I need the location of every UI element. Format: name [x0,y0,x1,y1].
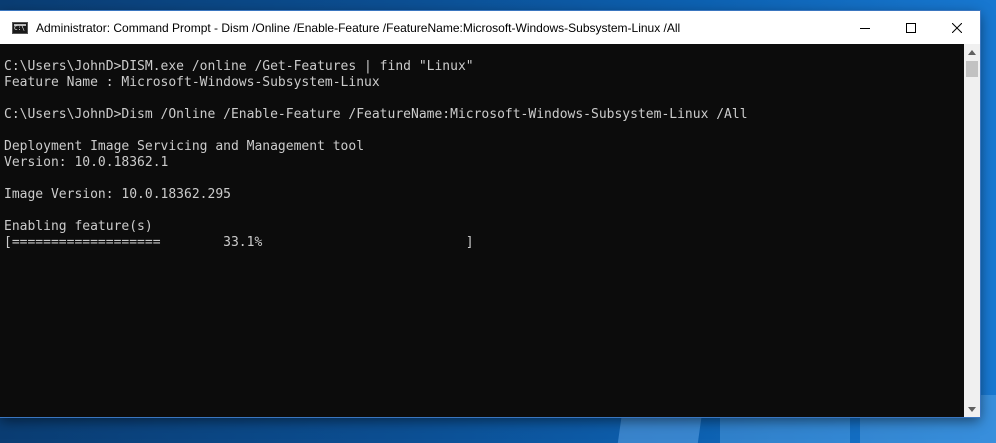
console-line: C:\Users\JohnD>Dism /Online /Enable-Feat… [4,107,748,122]
title-bar[interactable]: Administrator: Command Prompt - Dism /On… [0,11,980,44]
caption-buttons [842,11,980,44]
maximize-button[interactable] [888,11,934,44]
command-prompt-window: Administrator: Command Prompt - Dism /On… [0,11,980,417]
console-line: C:\Users\JohnD>DISM.exe /online /Get-Fea… [4,59,474,74]
console-line: Enabling feature(s) [4,219,153,234]
progress-line: [=================== 33.1% ] [4,235,474,250]
scroll-down-button[interactable] [964,401,980,417]
console-line: Feature Name : Microsoft-Windows-Subsyst… [4,75,380,90]
scroll-thumb[interactable] [966,61,978,77]
console-output[interactable]: C:\Users\JohnD>DISM.exe /online /Get-Fea… [0,44,964,417]
minimize-icon [860,27,870,29]
close-icon [952,22,962,33]
cmd-icon[interactable] [12,21,28,34]
console-line: Image Version: 10.0.18362.295 [4,187,231,202]
close-button[interactable] [934,11,980,44]
console-line: Deployment Image Servicing and Managemen… [4,139,365,154]
console-lines: C:\Users\JohnD>DISM.exe /online /Get-Fea… [0,44,964,251]
minimize-button[interactable] [842,11,888,44]
vertical-scrollbar[interactable] [964,44,980,417]
maximize-icon [906,22,916,33]
scroll-up-button[interactable] [964,44,980,60]
scroll-down-arrow-icon [968,406,976,412]
console-line: Version: 10.0.18362.1 [4,155,169,170]
window-title: Administrator: Command Prompt - Dism /On… [36,20,681,35]
scroll-up-arrow-icon [968,49,976,55]
